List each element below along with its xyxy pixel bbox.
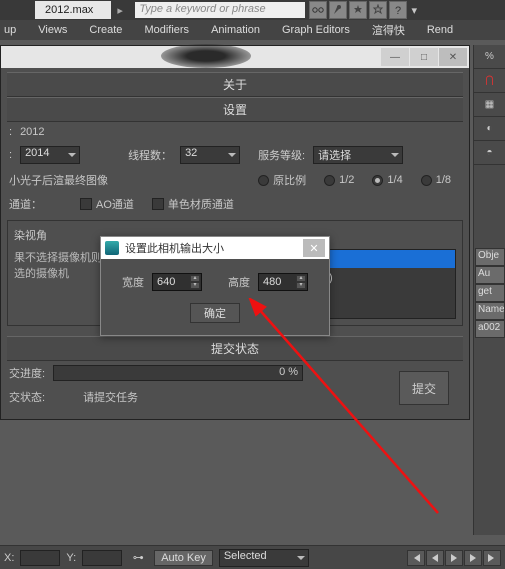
version-label: : [9, 126, 12, 138]
right-tab-name[interactable]: Name [475, 302, 505, 320]
minimize-button[interactable]: — [381, 48, 409, 66]
camera-size-app-icon [105, 241, 119, 255]
ratio-original-radio[interactable] [258, 175, 269, 186]
menu-item[interactable]: Create [89, 24, 122, 36]
width-up-icon[interactable]: ▴ [190, 275, 200, 282]
smallfx-label: 小光子后渲最终图像 [9, 172, 108, 188]
ok-button[interactable]: 确定 [190, 303, 240, 323]
main-menu: up Views Create Modifiers Animation Grap… [0, 20, 505, 40]
file-tab-label: 2012.max [45, 4, 93, 16]
version-value: 2012 [20, 126, 44, 138]
year-select[interactable]: 2014 [20, 146, 80, 164]
right-tab-obj[interactable]: Obje [475, 248, 505, 266]
height-label: 高度 [228, 274, 250, 290]
mono-label: 单色材质通道 [168, 196, 234, 212]
coord-y-field[interactable] [82, 550, 122, 566]
status-label: 交状态: [9, 389, 45, 405]
camera-size-close-button[interactable]: ✕ [303, 239, 325, 257]
year-label: : [9, 149, 12, 161]
ratio-eighth-radio[interactable] [421, 175, 432, 186]
submit-button[interactable]: 提交 [399, 371, 449, 405]
side-lamp-icon[interactable]: ◐ [474, 117, 505, 141]
magnet-icon[interactable]: ⋂ [474, 69, 505, 93]
progress-bar: 0 % [53, 365, 303, 381]
side-bulb-icon[interactable]: ◓ [474, 141, 505, 165]
section-settings: 设置 [7, 97, 463, 122]
goto-end-button[interactable] [483, 550, 501, 566]
next-frame-button[interactable] [464, 550, 482, 566]
ao-label: AO通道 [96, 196, 134, 212]
goto-start-button[interactable] [407, 550, 425, 566]
settings-dialog: — □ ✕ 关于 设置 : 2012 : 2014 线程数： 32 服务等级: … [0, 45, 470, 420]
mono-checkbox[interactable] [152, 198, 164, 210]
help-dropdown-icon[interactable]: ▾ [409, 1, 419, 19]
star-icon[interactable] [349, 1, 367, 19]
menu-item[interactable]: Graph Editors [282, 24, 350, 36]
close-button[interactable]: ✕ [439, 48, 467, 66]
dialog-titlebar: — □ ✕ [1, 46, 469, 68]
binoculars-icon[interactable] [309, 1, 327, 19]
menu-item[interactable]: Views [38, 24, 67, 36]
app-topbar: 2012.max ▸ Type a keyword or phrase ? ▾ [0, 0, 505, 20]
autokey-button[interactable]: Auto Key [154, 550, 213, 566]
ao-checkbox[interactable] [80, 198, 92, 210]
ratio-half-radio[interactable] [324, 175, 335, 186]
camera-size-titlebar: 设置此相机输出大小 ✕ [101, 237, 329, 259]
help-icon[interactable]: ? [389, 1, 407, 19]
right-tabs: Obje Au get Name a002 [475, 248, 505, 338]
right-tab-au[interactable]: Au [475, 266, 505, 284]
width-down-icon[interactable]: ▾ [190, 282, 200, 289]
section-about: 关于 [7, 72, 463, 97]
width-label: 宽度 [122, 274, 144, 290]
dropdown-arrow-icon[interactable]: ▸ [117, 4, 129, 16]
service-select[interactable]: 请选择 [313, 146, 403, 164]
menu-item[interactable]: 渲得快 [372, 22, 405, 38]
wrench-icon[interactable] [329, 1, 347, 19]
right-tab-get[interactable]: get [475, 284, 505, 302]
note-line1: 果不选择摄像机则 [14, 249, 114, 265]
play-button[interactable] [445, 550, 463, 566]
prev-frame-button[interactable] [426, 550, 444, 566]
coord-x-field[interactable] [20, 550, 60, 566]
playback-controls [407, 550, 501, 566]
camera-size-dialog: 设置此相机输出大小 ✕ 宽度 640 ▴▾ 高度 480 ▴▾ 确定 [100, 236, 330, 336]
star2-icon[interactable] [369, 1, 387, 19]
height-spinner[interactable]: 480 ▴▾ [258, 273, 308, 291]
width-spinner[interactable]: 640 ▴▾ [152, 273, 202, 291]
ratio-quarter-radio[interactable] [372, 175, 383, 186]
maximize-button[interactable]: □ [410, 48, 438, 66]
side-tool-icon[interactable]: ▦ [474, 93, 505, 117]
channel-label: 通道： [9, 196, 42, 212]
pct-label: % [474, 45, 505, 69]
menu-item[interactable]: up [4, 24, 16, 36]
coord-y-label: Y: [66, 552, 76, 564]
ratio-original-label: 原比例 [273, 172, 306, 188]
height-down-icon[interactable]: ▾ [296, 282, 306, 289]
progress-label: 交进度: [9, 365, 45, 381]
selected-dropdown[interactable]: Selected [219, 549, 309, 567]
menu-item[interactable]: Animation [211, 24, 260, 36]
menu-item[interactable]: Rend [427, 24, 453, 36]
file-tab[interactable]: 2012.max [35, 1, 111, 19]
toolbar-icons: ? ▾ [309, 1, 419, 19]
dialog-logo-icon [161, 44, 251, 68]
search-input[interactable]: Type a keyword or phrase [135, 2, 305, 18]
ratio-half-label: 1/2 [339, 174, 354, 186]
right-tab-a002[interactable]: a002 [475, 320, 505, 338]
menu-item[interactable]: Modifiers [144, 24, 189, 36]
coord-x-label: X: [4, 552, 14, 564]
ratio-quarter-label: 1/4 [387, 174, 402, 186]
camera-size-title: 设置此相机输出大小 [125, 240, 224, 256]
key-icon[interactable]: ⊶ [128, 551, 148, 564]
section-submit-status: 提交状态 [7, 336, 463, 361]
threads-label: 线程数： [128, 147, 172, 163]
threads-select[interactable]: 32 [180, 146, 240, 164]
status-bar: X: Y: ⊶ Auto Key Selected [0, 545, 505, 569]
service-label: 服务等级: [258, 147, 305, 163]
status-text: 请提交任务 [83, 389, 138, 405]
note-line2: 选的摄像机 [14, 265, 114, 281]
height-up-icon[interactable]: ▴ [296, 275, 306, 282]
svg-text:?: ? [395, 5, 401, 16]
ratio-eighth-label: 1/8 [436, 174, 451, 186]
